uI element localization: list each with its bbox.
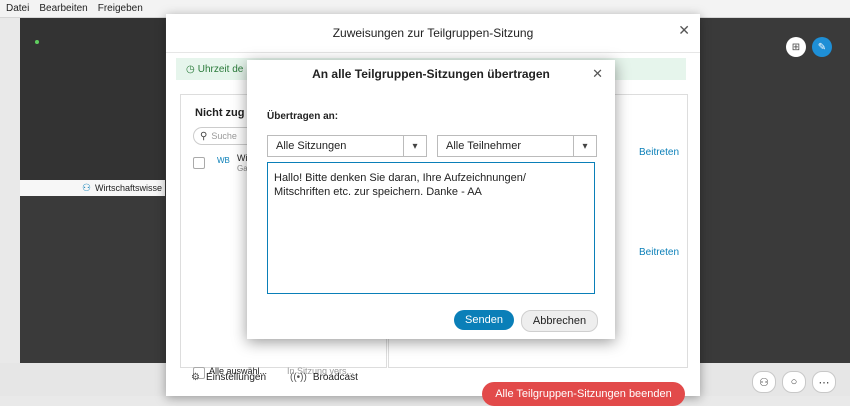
join-button-2[interactable]: Beitreten <box>639 247 679 258</box>
clock-icon: ◷ <box>186 63 195 75</box>
video-tile-label: ⚇ Wirtschaftswisse <box>20 180 165 196</box>
end-all-sessions-button[interactable]: Alle Teilgruppen-Sitzungen beenden <box>482 382 685 406</box>
participants-button[interactable]: ⚇ <box>752 371 776 393</box>
settings-label: Einstellungen <box>205 372 267 383</box>
gear-icon: ⚙ <box>191 372 200 383</box>
broadcast-icon: ((•)) <box>290 372 307 383</box>
menu-item-bearbeiten[interactable]: Bearbeiten <box>39 3 87 14</box>
participants-select[interactable]: Alle Teilnehmer ▾ <box>437 135 597 157</box>
broadcast-label: Broadcast <box>312 372 358 383</box>
message-textarea[interactable]: Hallo! Bitte denken Sie daran, Ihre Aufz… <box>267 162 595 294</box>
menu-item-datei[interactable]: Datei <box>6 3 29 14</box>
participant-checkbox[interactable] <box>193 157 205 169</box>
participant-name: Wi <box>237 153 248 163</box>
avatar: WB <box>217 156 230 165</box>
panel-title: Nicht zug <box>195 107 245 119</box>
menu-item-freigeben[interactable]: Freigeben <box>98 3 143 14</box>
broadcast-dialog: An alle Teilgruppen-Sitzungen übertragen… <box>247 60 615 339</box>
search-icon: ⚲ <box>200 130 208 142</box>
send-button[interactable]: Senden <box>454 310 514 330</box>
sessions-select[interactable]: Alle Sitzungen ▾ <box>267 135 427 157</box>
chevron-down-icon: ▾ <box>573 136 596 156</box>
dialog-title: Zuweisungen zur Teilgruppen-Sitzung <box>166 14 700 53</box>
banner-text: Uhrzeit de <box>197 63 244 75</box>
group-icon: ⚇ <box>82 182 91 194</box>
join-button-1[interactable]: Beitreten <box>639 147 679 158</box>
layout-grid-button[interactable]: ⊞ <box>786 37 806 57</box>
broadcast-to-label: Übertragen an: <box>267 111 339 122</box>
close-icon[interactable]: ✕ <box>592 66 603 82</box>
broadcast-dialog-title: An alle Teilgruppen-Sitzungen übertragen <box>312 67 550 81</box>
annotate-button[interactable]: ✎ <box>812 37 832 57</box>
video-tile-name: Wirtschaftswisse <box>94 183 162 193</box>
search-placeholder: Suche <box>211 131 237 141</box>
close-icon[interactable]: ✕ <box>678 22 690 39</box>
status-dot-icon <box>35 40 39 44</box>
cancel-button[interactable]: Abbrechen <box>521 310 598 332</box>
chat-button[interactable]: ○ <box>782 371 806 393</box>
participants-select-value: Alle Teilnehmer <box>446 140 522 152</box>
sessions-select-value: Alle Sitzungen <box>276 140 347 152</box>
chevron-down-icon: ▾ <box>403 136 426 156</box>
video-tile[interactable] <box>20 18 165 184</box>
more-button[interactable]: ⋯ <box>812 371 836 393</box>
settings-button[interactable]: ⚙ Einstellungen <box>191 372 266 383</box>
broadcast-button[interactable]: ((•)) Broadcast <box>290 372 358 383</box>
